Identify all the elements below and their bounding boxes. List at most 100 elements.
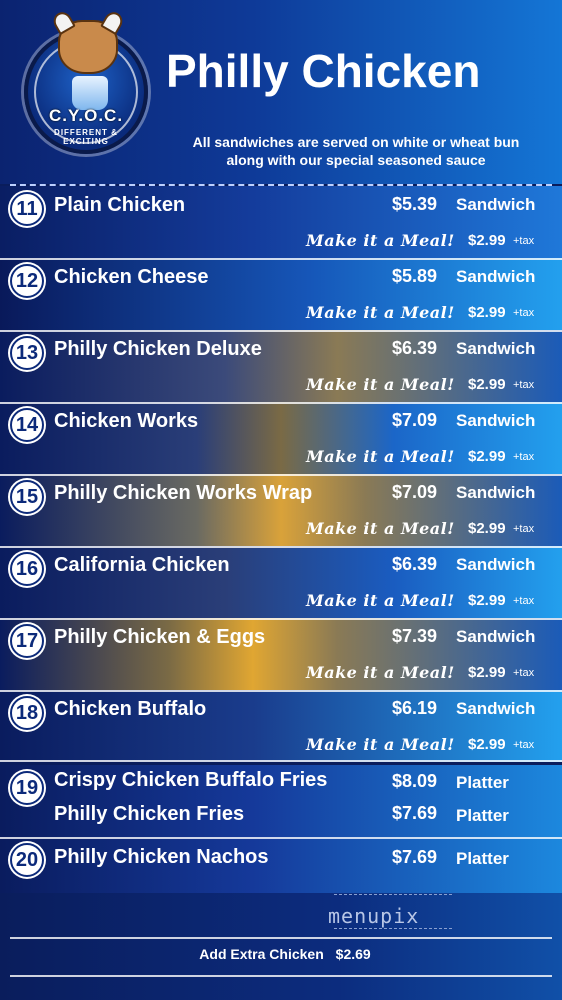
make-it-a-meal-label: Make it a Meal! [306,231,455,250]
item-unit: Platter [456,773,509,792]
row-separator [0,258,562,260]
row-separator [0,618,562,620]
row-separator [0,760,562,762]
row-separator [0,474,562,476]
row-separator [0,402,562,404]
item-unit: Sandwich [456,627,536,646]
item-price: $6.39 [392,554,438,574]
meal-price: $2.99 [468,664,506,681]
item-number-badge: 12 [10,264,44,298]
item-number-badge: 13 [10,336,44,370]
item-number-badge: 14 [10,408,44,442]
item-price: $6.39 [392,338,438,358]
item-unit: Sandwich [456,699,536,718]
menu-item-row: 13 Philly Chicken Deluxe $6.39 Sandwich Make… [0,330,562,402]
tax-label: +tax [513,595,535,607]
make-it-a-meal-label: Make it a Meal! [306,303,455,322]
item-number-badge: 20 [10,843,44,877]
tax-label: +tax [513,667,535,679]
tax-label: +tax [513,523,535,535]
item-number-badge: 18 [10,696,44,730]
item-unit: Sandwich [456,555,536,574]
make-it-a-meal-label: Make it a Meal! [306,591,455,610]
item-number-badge: 15 [10,480,44,514]
row-separator [0,546,562,548]
item-price: $7.69 [392,803,438,823]
make-it-a-meal-label: Make it a Meal! [306,375,455,394]
meal-price: $2.99 [468,592,506,609]
menu-item-row: 11 Plain Chicken $5.39 Sandwich Make it a Me… [0,186,562,258]
item-name: Philly Chicken Works Wrap [54,482,313,504]
extra-price: $2.69 [335,946,371,962]
make-it-a-meal-label: Make it a Meal! [306,663,455,682]
item-name: Philly Chicken Deluxe [54,338,262,360]
cup-icon [72,76,108,110]
watermark-dash-top [334,894,452,895]
tax-label: +tax [513,235,535,247]
row-separator [0,837,562,839]
page-title: Philly Chicken [166,45,481,97]
menu-item-row: 18 Chicken Buffalo $6.19 Sandwich Make it a … [0,690,562,762]
menu-item-row: 15 Philly Chicken Works Wrap $7.09 Sandwich… [0,474,562,546]
menu-item-row: 16 California Chicken $6.39 Sandwich Make it… [0,546,562,618]
tax-label: +tax [513,379,535,391]
footer-line-bottom [10,975,552,977]
platter-section: 19 Crispy Chicken Buffalo Fries $8.09 Pl… [0,765,562,893]
item-name: Crispy Chicken Buffalo Fries [54,769,328,791]
item-name: Philly Chicken Nachos [54,846,269,868]
make-it-a-meal-label: Make it a Meal! [306,447,455,466]
item-name: Chicken Works [54,410,199,432]
item-unit: Platter [456,806,509,825]
menu-subtitle: All sandwiches are served on white or wh… [150,133,562,169]
meal-price: $2.99 [468,376,506,393]
meal-price: $2.99 [468,304,506,321]
item-name: Plain Chicken [54,194,186,216]
item-number-badge: 17 [10,624,44,658]
menu-item-row: 17 Philly Chicken & Eggs $7.39 Sandwich Make… [0,618,562,690]
tax-label: +tax [513,307,535,319]
item-price: $5.89 [392,266,438,286]
item-unit: Platter [456,849,509,868]
item-price: $5.39 [392,194,438,214]
footer-line-top [10,937,552,939]
meal-price: $2.99 [468,232,506,249]
subtitle-line-1: All sandwiches are served on white or wh… [192,134,520,150]
row-separator [0,690,562,692]
item-unit: Sandwich [456,411,536,430]
item-name: Philly Chicken Fries [54,803,245,825]
meal-price: $2.99 [468,448,506,465]
item-number-badge: 16 [10,552,44,586]
item-name: Chicken Buffalo [54,698,207,720]
item-name: Chicken Cheese [54,266,209,288]
cow-mascot-icon [58,20,118,74]
meal-price: $2.99 [468,520,506,537]
item-unit: Sandwich [456,195,536,214]
menu-item-row: 12 Chicken Cheese $5.89 Sandwich Make it a M… [0,258,562,330]
subtitle-line-2: along with our special seasoned sauce [226,152,486,168]
item-price: $7.69 [392,847,438,867]
item-unit: Sandwich [456,483,536,502]
item-price: $7.09 [392,482,438,502]
menu-item-row: 14 Chicken Works $7.09 Sandwich Make it a Me… [0,402,562,474]
item-price: $7.09 [392,410,438,430]
item-name: California Chicken [54,554,230,576]
item-price: $7.39 [392,626,438,646]
item-number-badge: 11 [10,192,44,226]
item-price: $6.19 [392,698,438,718]
item-price: $8.09 [392,771,438,791]
logo-text: C.Y.O.C. [48,106,124,125]
make-it-a-meal-label: Make it a Meal! [306,735,455,754]
tax-label: +tax [513,739,535,751]
tax-label: +tax [513,451,535,463]
meal-price: $2.99 [468,736,506,753]
item-number-badge: 19 [10,771,44,805]
extra-label: Add Extra Chicken [199,946,324,962]
menupix-watermark: menupix [328,904,420,928]
item-name: Philly Chicken & Eggs [54,626,266,648]
watermark-dash-bottom [334,928,452,929]
make-it-a-meal-label: Make it a Meal! [306,519,455,538]
item-unit: Sandwich [456,267,536,286]
logo-subtext: DIFFERENT & EXCITING [54,128,118,146]
menu-header: C.Y.O.C. DIFFERENT & EXCITING Philly Chi… [0,0,562,184]
row-separator [0,330,562,332]
